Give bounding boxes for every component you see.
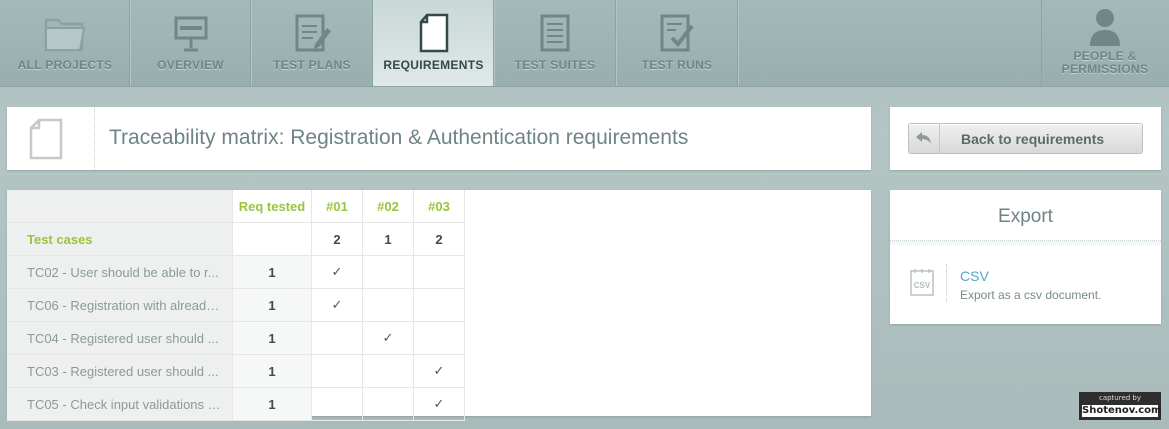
- nav-label: OVERVIEW: [157, 58, 224, 72]
- req-tested-count: 1: [232, 288, 312, 322]
- matrix-cell: ✓: [413, 354, 465, 388]
- matrix-cell: [311, 354, 363, 388]
- matrix-cell: [362, 354, 414, 388]
- document-icon: [29, 118, 63, 160]
- matrix-cell: [362, 387, 414, 421]
- table-row: TC06 - Registration with already... 1 ✓: [7, 288, 465, 322]
- test-case-link[interactable]: TC04 - Registered user should ...: [7, 321, 233, 355]
- test-cases-row: Test cases 2 1 2: [7, 222, 465, 256]
- export-panel: Export CSV CSV Export as a csv document.: [890, 190, 1161, 324]
- column-count: 2: [311, 222, 363, 256]
- nav-people-permissions[interactable]: PEOPLE & PERMISSIONS: [1041, 0, 1169, 86]
- nav-label: ALL PROJECTS: [17, 58, 113, 72]
- req-tested-cell: [232, 222, 312, 256]
- matrix-cell: [311, 387, 363, 421]
- back-button-label: Back to requirements: [961, 131, 1105, 147]
- person-icon: [1090, 9, 1120, 46]
- divider: [946, 264, 947, 302]
- test-case-link[interactable]: TC06 - Registration with already...: [7, 288, 233, 322]
- req-tested-count: 1: [232, 255, 312, 289]
- nav-label: TEST SUITES: [514, 58, 596, 72]
- top-nav: ALL PROJECTS OVERVIEW TEST PLANS REQUIRE…: [0, 0, 1169, 87]
- matrix-cell: ✓: [311, 288, 363, 322]
- nav-test-runs[interactable]: TEST RUNS: [616, 0, 739, 86]
- nav-label: TEST PLANS: [273, 58, 351, 72]
- traceability-matrix-panel: Req tested #01 #02 #03 Test cases 2 1 2 …: [7, 190, 871, 421]
- back-arrow-icon: [916, 132, 931, 144]
- test-case-link[interactable]: TC02 - User should be able to r...: [7, 255, 233, 289]
- divider: [890, 240, 1161, 247]
- notepad-check-icon: [660, 14, 694, 52]
- folder-icon: [44, 18, 86, 52]
- requirement-col-03[interactable]: #03: [413, 190, 465, 223]
- matrix-cell: ✓: [311, 255, 363, 289]
- header-row: Req tested #01 #02 #03: [7, 190, 465, 223]
- check-mark-icon: ✓: [331, 264, 343, 279]
- req-tested-count: 1: [232, 387, 312, 421]
- matrix-cell: ✓: [413, 387, 465, 421]
- matrix-cell: [362, 255, 414, 289]
- title-panel: Traceability matrix: Registration & Auth…: [7, 107, 871, 170]
- notepad-icon: [540, 14, 570, 52]
- check-mark-icon: ✓: [331, 297, 343, 312]
- matrix-cell: [413, 288, 465, 322]
- export-csv-link[interactable]: CSV: [960, 268, 989, 284]
- req-tested-count: 1: [232, 321, 312, 355]
- badge-logo-text: Shotenov.com: [1082, 405, 1162, 417]
- back-to-requirements-button[interactable]: Back to requirements: [908, 123, 1143, 154]
- test-case-link[interactable]: TC05 - Check input validations f...: [7, 387, 233, 421]
- matrix-cell: ✓: [362, 321, 414, 355]
- csv-icon-text: CSV: [914, 281, 931, 290]
- csv-file-icon: CSV: [910, 269, 934, 296]
- matrix-corner: [7, 190, 233, 223]
- nav-label: TEST RUNS: [641, 58, 713, 72]
- matrix-cell: [311, 321, 363, 355]
- req-tested-header: Req tested: [232, 190, 312, 223]
- nav-all-projects[interactable]: ALL PROJECTS: [0, 0, 131, 86]
- capture-badge: captured by Shotenov.com: [1079, 392, 1161, 420]
- check-mark-icon: ✓: [433, 363, 445, 378]
- nav-label: PEOPLE & PERMISSIONS: [1061, 49, 1149, 76]
- table-row: TC05 - Check input validations f... 1 ✓: [7, 387, 465, 421]
- nav-label: REQUIREMENTS: [383, 58, 484, 72]
- table-row: TC03 - Registered user should ... 1 ✓: [7, 354, 465, 388]
- nav-test-plans[interactable]: TEST PLANS: [251, 0, 374, 86]
- matrix-cell: [413, 255, 465, 289]
- test-cases-label: Test cases: [7, 222, 233, 256]
- table-row: TC02 - User should be able to r... 1 ✓: [7, 255, 465, 289]
- nav-requirements[interactable]: REQUIREMENTS: [373, 0, 495, 86]
- presentation-icon: [174, 16, 207, 52]
- matrix-cell: [362, 288, 414, 322]
- export-title: Export: [998, 206, 1053, 227]
- requirement-col-02[interactable]: #02: [362, 190, 414, 223]
- back-arrow-box: [909, 124, 940, 153]
- notepad-pencil-icon: [295, 14, 331, 52]
- document-icon: [419, 13, 448, 53]
- test-case-link[interactable]: TC03 - Registered user should ...: [7, 354, 233, 388]
- check-mark-icon: ✓: [382, 330, 394, 345]
- export-csv-description: Export as a csv document.: [960, 288, 1102, 302]
- back-panel: Back to requirements: [890, 107, 1161, 170]
- traceability-matrix: Req tested #01 #02 #03 Test cases 2 1 2 …: [7, 190, 465, 421]
- nav-overview[interactable]: OVERVIEW: [130, 0, 252, 86]
- page-title: Traceability matrix: Registration & Auth…: [109, 126, 689, 149]
- divider: [94, 107, 95, 170]
- matrix-cell: [413, 321, 465, 355]
- table-row: TC04 - Registered user should ... 1 ✓: [7, 321, 465, 355]
- column-count: 2: [413, 222, 465, 256]
- req-tested-count: 1: [232, 354, 312, 388]
- check-mark-icon: ✓: [433, 396, 445, 411]
- requirement-col-01[interactable]: #01: [311, 190, 363, 223]
- column-count: 1: [362, 222, 414, 256]
- nav-test-suites[interactable]: TEST SUITES: [494, 0, 617, 86]
- badge-top-text: captured by: [1098, 394, 1142, 402]
